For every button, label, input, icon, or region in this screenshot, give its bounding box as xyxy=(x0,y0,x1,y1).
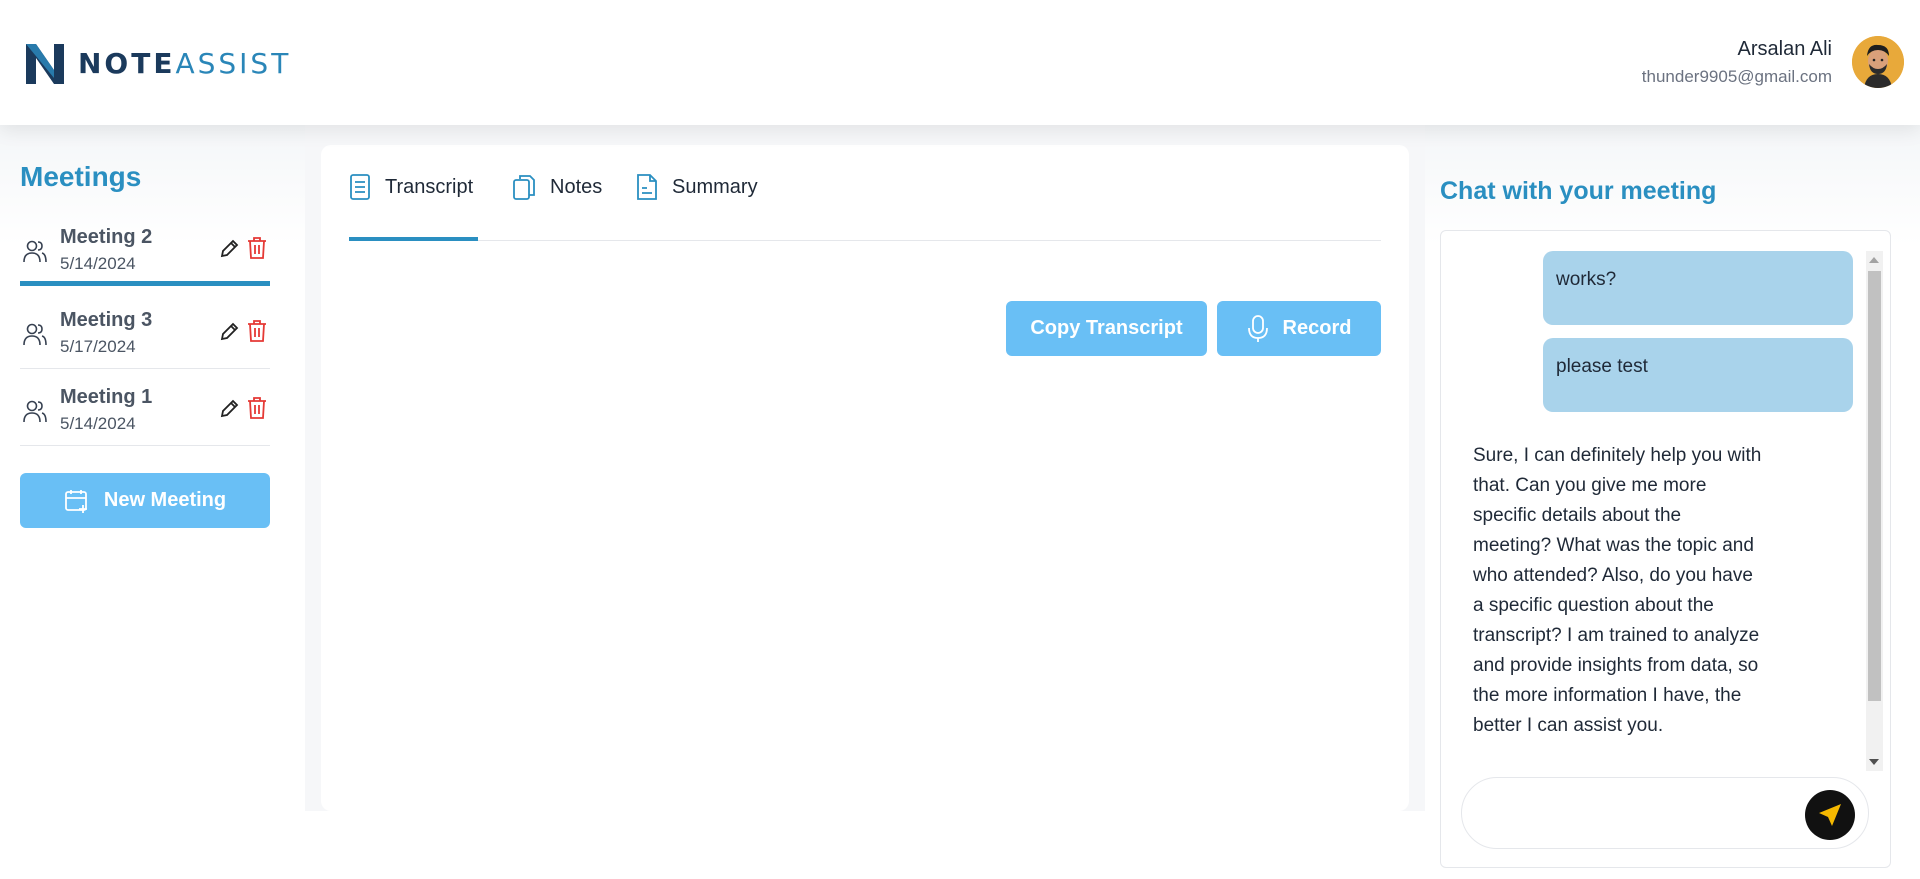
logo-text-assist: ASSIST xyxy=(175,46,292,80)
chat-box: works? please test Sure, I can definitel… xyxy=(1440,230,1891,868)
pencil-icon[interactable] xyxy=(218,238,240,260)
trash-icon[interactable] xyxy=(246,396,268,420)
scroll-up-arrow-icon[interactable] xyxy=(1869,257,1879,263)
scroll-thumb[interactable] xyxy=(1868,271,1881,701)
user-email: thunder9905@gmail.com xyxy=(1641,66,1832,86)
avatar-face-icon xyxy=(1852,36,1904,88)
chat-input[interactable] xyxy=(1480,796,1780,832)
avatar[interactable] xyxy=(1852,36,1904,88)
chat-panel: Chat with your meeting works? please tes… xyxy=(1425,125,1920,879)
copy-icon xyxy=(513,175,535,200)
users-icon xyxy=(23,323,47,346)
meeting-item[interactable]: Meeting 2 5/14/2024 xyxy=(20,224,270,286)
tab-transcript[interactable]: Transcript xyxy=(349,173,478,241)
user-name: Arsalan Ali xyxy=(1737,37,1833,60)
user-info: Arsalan Ali thunder9905@gmail.com xyxy=(1642,38,1832,87)
send-arrow-icon xyxy=(1819,804,1841,826)
document-icon xyxy=(350,174,370,200)
meeting-date: 5/17/2024 xyxy=(60,337,136,356)
user-profile[interactable]: Arsalan Ali thunder9905@gmail.com xyxy=(1642,36,1904,88)
meeting-item[interactable]: Meeting 1 5/14/2024 xyxy=(20,384,270,446)
tab-notes[interactable]: Notes xyxy=(512,173,602,241)
user-message: works? xyxy=(1543,251,1853,325)
assistant-message: Sure, I can definitely help you with tha… xyxy=(1473,445,1762,736)
new-meeting-button[interactable]: New Meeting xyxy=(20,473,270,528)
meeting-name: Meeting 3 xyxy=(60,309,153,331)
logo-text: NOTEASSIST xyxy=(78,47,291,80)
tab-summary[interactable]: Summary xyxy=(636,173,758,241)
copy-transcript-label: Copy Transcript xyxy=(1030,317,1183,339)
microphone-icon xyxy=(1247,314,1268,342)
trash-icon[interactable] xyxy=(246,236,268,260)
meeting-name: Meeting 1 xyxy=(60,386,153,408)
meetings-sidebar: Meetings Meeting 2 5/14/2024 Meeting 3 5… xyxy=(0,125,305,811)
chat-input-container xyxy=(1461,777,1869,849)
meeting-date: 5/14/2024 xyxy=(60,254,136,273)
copy-transcript-button[interactable]: Copy Transcript xyxy=(1006,301,1207,356)
chat-messages[interactable]: works? please test Sure, I can definitel… xyxy=(1441,231,1877,768)
tab-summary-label: Summary xyxy=(672,176,758,198)
scroll-down-arrow-icon[interactable] xyxy=(1869,759,1879,765)
meeting-item[interactable]: Meeting 3 5/17/2024 xyxy=(20,307,270,369)
user-message: please test xyxy=(1543,338,1853,412)
users-icon xyxy=(23,240,47,263)
record-label: Record xyxy=(1282,317,1352,339)
trash-icon[interactable] xyxy=(246,319,268,343)
top-header: NOTEASSIST Arsalan Ali thunder9905@gmail… xyxy=(0,0,1920,125)
chat-title: Chat with your meeting xyxy=(1440,177,1717,205)
sidebar-title: Meetings xyxy=(20,161,142,192)
file-text-icon xyxy=(637,174,657,200)
users-icon xyxy=(23,400,47,423)
transcript-panel: Transcript Notes Summary Copy Transcript… xyxy=(321,145,1409,811)
meeting-name: Meeting 2 xyxy=(60,226,153,248)
pencil-icon[interactable] xyxy=(218,321,240,343)
meeting-date: 5/14/2024 xyxy=(60,414,136,433)
app-logo[interactable]: NOTEASSIST xyxy=(20,38,291,88)
tab-bar: Transcript Notes Summary xyxy=(349,145,1381,241)
chat-scrollbar[interactable] xyxy=(1866,251,1883,771)
send-button[interactable] xyxy=(1805,790,1855,840)
logo-n-icon xyxy=(26,44,64,84)
tab-notes-label: Notes xyxy=(550,176,603,198)
calendar-plus-icon xyxy=(64,489,87,513)
new-meeting-label: New Meeting xyxy=(103,489,227,511)
pencil-icon[interactable] xyxy=(218,398,240,420)
record-button[interactable]: Record xyxy=(1217,301,1381,356)
tab-transcript-label: Transcript xyxy=(385,176,474,198)
logo-text-note: NOTE xyxy=(78,46,176,80)
